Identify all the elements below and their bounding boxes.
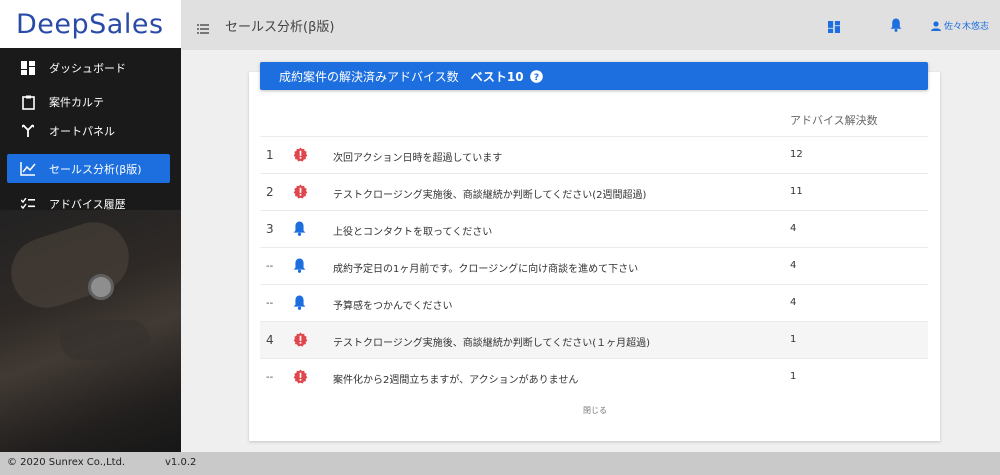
table-row[interactable]: 4 テストクロージング実施後、商談継続か判断してください(１ヶ月超過) 1 [260, 321, 928, 358]
dashboard-icon [20, 60, 36, 76]
rank-label: 1 [266, 148, 274, 162]
rank-label: -- [266, 298, 274, 309]
sidebar-item-label: オートパネル [49, 125, 115, 138]
sidebar-item-label: 案件カルテ [49, 96, 104, 109]
card-best-label: ベスト10 [470, 69, 524, 84]
sidebar-item-auto-panel[interactable]: オートパネル [0, 117, 181, 145]
column-header-advice-count: アドバイス解決数 [790, 114, 878, 127]
sidebar-item-sales-analysis[interactable]: セールス分析(β版) [7, 154, 170, 183]
sidebar-item-dashboard[interactable]: ダッシュボード [0, 52, 181, 83]
card-title: 成約案件の解決済みアドバイス数 [279, 69, 459, 84]
merge-icon [20, 123, 36, 139]
list-menu-icon[interactable] [197, 19, 209, 38]
table-row[interactable]: 2 テストクロージング実施後、商談継続か判断してください(2週間超過) 11 [260, 173, 928, 210]
advice-message: 上役とコンタクトを取ってください [333, 227, 493, 238]
table-row[interactable]: -- 案件化から2週間立ちますが、アクションがありません 1 [260, 358, 928, 395]
copyright: © 2020 Sunrex Co.,Ltd. [7, 457, 126, 468]
version: v1.0.2 [165, 457, 197, 468]
table-row[interactable]: 3 上役とコンタクトを取ってください 4 [260, 210, 928, 247]
rank-label: -- [266, 261, 274, 272]
close-button[interactable]: 閉じる [573, 405, 617, 416]
advice-count: 4 [790, 260, 797, 271]
checklist-icon [20, 196, 36, 212]
trend-chart-icon [20, 161, 36, 177]
sidebar-item-label: ダッシュボード [49, 61, 126, 75]
user-menu[interactable]: 佐々木悠志 [931, 19, 989, 32]
alert-badge-icon [293, 332, 308, 350]
alert-badge-icon [293, 369, 308, 387]
advice-message: テストクロージング実施後、商談継続か判断してください(2週間超過) [333, 190, 647, 201]
advice-count: 1 [790, 334, 797, 345]
sidebar-item-label: セールス分析(β版) [49, 162, 142, 176]
sidebar-item-case-chart[interactable]: 案件カルテ [0, 87, 181, 117]
bell-icon [293, 221, 306, 239]
alert-badge-icon [293, 184, 308, 202]
user-name: 佐々木悠志 [944, 22, 990, 32]
clipboard-icon [20, 94, 36, 110]
bell-icon [293, 258, 306, 276]
logo: DeepSales [16, 8, 164, 40]
dashboard-icon[interactable] [828, 18, 840, 37]
card-header: 成約案件の解決済みアドバイス数 ベスト10 ? [260, 62, 928, 90]
advice-message: 成約予定日の1ヶ月前です。クロージングに向け商談を進めて下さい [333, 264, 639, 275]
logo-container[interactable]: DeepSales [0, 0, 181, 48]
advice-count: 4 [790, 297, 797, 308]
page-title: セールス分析(β版) [225, 20, 335, 35]
rank-label: 2 [266, 185, 274, 199]
advice-message: 案件化から2週間立ちますが、アクションがありません [333, 375, 579, 386]
user-icon [931, 20, 941, 31]
sidebar: DeepSales ダッシュボード 案件カルテ オートパネル セールス分析(β版… [0, 0, 181, 452]
alert-badge-icon [293, 147, 308, 165]
rank-label: 4 [266, 333, 274, 347]
bell-icon [293, 295, 306, 313]
footer: © 2020 Sunrex Co.,Ltd. v1.0.2 [0, 452, 1000, 475]
advice-count: 11 [790, 186, 803, 197]
advice-count: 12 [790, 149, 803, 160]
advice-table: 1 次回アクション日時を超過しています 12 2 テストクロージング実施後、商談継続か判… [260, 136, 928, 395]
table-row[interactable]: 1 次回アクション日時を超過しています 12 [260, 136, 928, 173]
top-bar: セールス分析(β版) 佐々木悠志 [181, 0, 1000, 50]
rank-label: 3 [266, 222, 274, 236]
table-row[interactable]: -- 成約予定日の1ヶ月前です。クロージングに向け商談を進めて下さい 4 [260, 247, 928, 284]
help-icon[interactable]: ? [529, 69, 543, 83]
advice-count: 1 [790, 371, 797, 382]
rank-label: -- [266, 372, 274, 383]
advice-count: 4 [790, 223, 797, 234]
advice-message: テストクロージング実施後、商談継続か判断してください(１ヶ月超過) [333, 338, 651, 349]
advice-message: 次回アクション日時を超過しています [333, 153, 503, 164]
sidebar-nav: ダッシュボード 案件カルテ オートパネル セールス分析(β版) アドバイス履歴 [0, 52, 181, 219]
sidebar-item-label: アドバイス履歴 [49, 198, 126, 211]
sidebar-item-advice-history[interactable]: アドバイス履歴 [0, 189, 181, 219]
advice-message: 予算感をつかんでください [333, 301, 453, 312]
svg-text:?: ? [533, 73, 538, 83]
table-row[interactable]: -- 予算感をつかんでください 4 [260, 284, 928, 321]
notification-bell-icon[interactable] [890, 17, 902, 36]
